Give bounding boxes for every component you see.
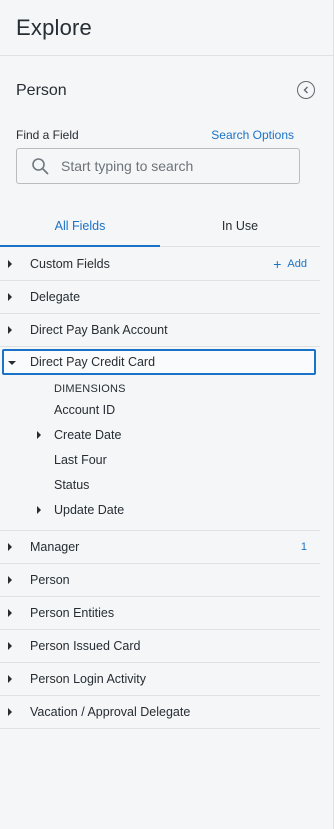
caret-right-icon [8, 293, 12, 301]
view-row-person[interactable]: Person [0, 564, 320, 597]
caret-right-icon [37, 430, 41, 439]
search-input[interactable] [61, 158, 281, 174]
view-row-direct-pay-credit-card[interactable]: Direct Pay Credit Card [2, 349, 316, 375]
view-row-custom-fields[interactable]: Custom Fields + Add [0, 248, 320, 281]
search-icon [32, 158, 49, 175]
explore-model-title: Person [16, 82, 67, 99]
field-label: Last Four [54, 452, 107, 467]
find-field-row: Find a Field Search Options [0, 128, 333, 150]
field-label: Status [54, 477, 90, 492]
view-label: Person Entities [30, 606, 115, 620]
tab-all-fields[interactable]: All Fields [0, 205, 160, 247]
plus-icon: + [273, 256, 282, 272]
expanded-view-direct-pay-credit-card: Direct Pay Credit Card DIMENSIONS Accoun… [0, 349, 320, 531]
view-row-person-issued-card[interactable]: Person Issued Card [0, 630, 320, 663]
collapse-panel-button[interactable] [297, 81, 315, 99]
page-title: Explore [16, 14, 92, 40]
field-label: Create Date [54, 427, 122, 442]
field-search-box[interactable] [16, 148, 300, 184]
view-label: Person Issued Card [30, 639, 141, 653]
view-label: Direct Pay Bank Account [30, 323, 168, 337]
field-status[interactable]: Status [0, 472, 320, 497]
caret-right-icon [8, 609, 12, 617]
caret-right-icon [8, 260, 12, 268]
field-update-date[interactable]: Update Date [0, 497, 320, 522]
view-row-person-entities[interactable]: Person Entities [0, 597, 320, 630]
caret-right-icon [8, 543, 12, 551]
caret-right-icon [8, 708, 12, 716]
in-use-count-badge: 1 [300, 541, 307, 553]
view-row-delegate[interactable]: Delegate [0, 281, 320, 314]
caret-right-icon [8, 326, 12, 334]
view-row-direct-pay-bank-account[interactable]: Direct Pay Bank Account [0, 314, 320, 347]
tab-in-use[interactable]: In Use [160, 205, 320, 246]
caret-right-icon [8, 576, 12, 584]
view-label: Delegate [30, 290, 81, 304]
caret-down-icon [8, 361, 16, 365]
search-options-link[interactable]: Search Options [211, 128, 294, 142]
view-row-vacation-approval-delegate[interactable]: Vacation / Approval Delegate [0, 696, 320, 729]
add-custom-field-button[interactable]: + Add [273, 256, 307, 272]
field-list: Custom Fields + Add Delegate Direct Pay … [0, 248, 320, 729]
explore-header: Explore [0, 0, 333, 56]
view-label: Person [30, 573, 70, 587]
view-label: Custom Fields [30, 257, 110, 271]
view-label: Vacation / Approval Delegate [30, 705, 191, 719]
dimensions-group-label: DIMENSIONS [54, 383, 126, 395]
field-last-four[interactable]: Last Four [0, 447, 320, 472]
view-row-manager[interactable]: Manager 1 [0, 531, 320, 564]
view-row-person-login-activity[interactable]: Person Login Activity [0, 663, 320, 696]
view-label: Person Login Activity [30, 672, 147, 686]
add-label: Add [287, 258, 307, 270]
field-picker-header: Person [0, 74, 333, 124]
view-label: Direct Pay Credit Card [30, 355, 156, 369]
field-label: Account ID [54, 402, 116, 417]
field-tabs: All Fields In Use [0, 205, 320, 247]
caret-right-icon [37, 505, 41, 514]
explore-page: Explore Person Find a Field Search Optio… [0, 0, 334, 829]
caret-right-icon [8, 675, 12, 683]
view-label: Manager [30, 540, 80, 554]
chevron-left-icon [303, 86, 308, 94]
find-field-label: Find a Field [16, 128, 79, 142]
field-create-date[interactable]: Create Date [0, 422, 320, 447]
field-label: Update Date [54, 502, 125, 517]
caret-right-icon [8, 642, 12, 650]
field-account-id[interactable]: Account ID [0, 397, 320, 422]
